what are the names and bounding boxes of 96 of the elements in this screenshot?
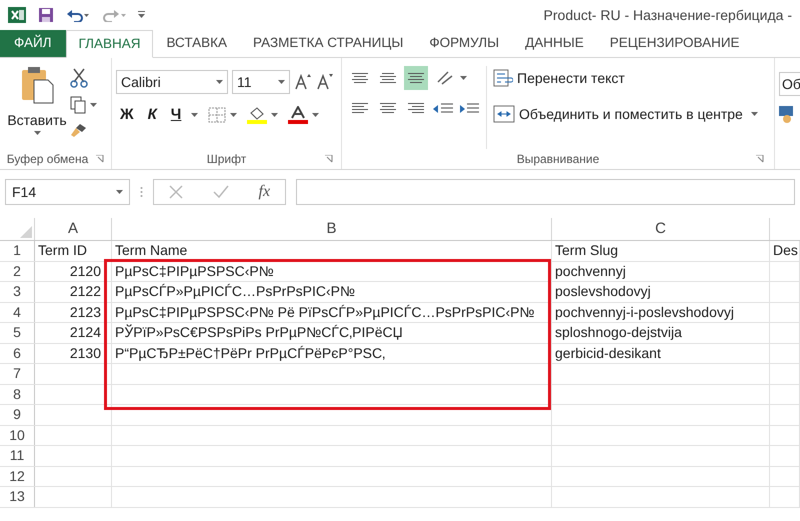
insert-function-button[interactable]: fx <box>258 180 270 204</box>
table-cell: PµPsCЃP»PµPICЃC…PsPrPsPIC‹P№ <box>115 282 356 302</box>
group-label: Шрифт <box>206 151 246 168</box>
dropdown-caret-icon <box>278 80 285 84</box>
paintbrush-icon[interactable] <box>70 122 88 138</box>
table-cell: gerbicid-desikant <box>555 344 661 363</box>
dropdown-caret-icon <box>271 113 278 118</box>
row-header[interactable]: 2 <box>0 262 35 281</box>
window-title: Product- RU - Назначение-гербицида - <box>544 6 792 25</box>
table-cell: PµPsC‡PIPµPSPSC‹P№ Pё PïPsCЃP»PµPICЃC…PsPrPsPIC‹P№ <box>115 302 535 322</box>
row-header[interactable]: 8 <box>0 384 35 404</box>
row-header[interactable]: 13 <box>0 487 35 506</box>
table-cell: pochvennyj-i-poslevshodovyj <box>555 302 734 322</box>
table-cell: 2130 <box>70 344 101 363</box>
increase-indent-icon[interactable] <box>458 102 480 116</box>
clipboard-icon <box>20 66 54 104</box>
dropdown-caret-icon <box>230 113 238 118</box>
ribbon-tab[interactable]: ВСТАВКА <box>153 30 240 57</box>
table-cell: 2122 <box>70 282 101 302</box>
group-label: Буфер обмена <box>6 151 88 168</box>
ribbon-tab[interactable]: ГЛАВНАЯ <box>66 30 154 58</box>
name-box[interactable]: F14 <box>5 179 130 205</box>
table-cell: Des <box>773 241 798 260</box>
dialog-launcher-icon[interactable] <box>96 155 104 163</box>
dropdown-caret-icon <box>191 113 198 118</box>
bold-button[interactable]: Ж <box>116 104 138 126</box>
ribbon-tab[interactable]: ДАННЫЕ <box>512 30 597 57</box>
dropdown-caret-icon <box>34 131 40 135</box>
save-icon[interactable] <box>38 7 54 23</box>
more-options-icon <box>140 186 143 198</box>
table-cell: 2123 <box>70 302 101 322</box>
table-cell: PµPsC‡PIPµPSPSC‹P№ <box>115 262 274 281</box>
table-cell: Term ID <box>38 241 87 260</box>
dropdown-caret-icon <box>750 112 758 116</box>
spreadsheet-app-icon <box>8 6 26 24</box>
align-lines-icon <box>380 72 396 84</box>
row-header[interactable]: 5 <box>0 323 35 342</box>
dialog-launcher-icon[interactable] <box>756 155 764 163</box>
table-cell: pochvennyj <box>555 262 626 281</box>
table-cell: poslevshodovyj <box>555 282 651 302</box>
font-name-field[interactable]: Calibri <box>116 70 228 94</box>
ribbon-tab[interactable]: ФАЙЛ <box>0 30 66 57</box>
vertical-align-button[interactable] <box>404 66 428 90</box>
dropdown-caret-icon <box>312 113 320 118</box>
row-header[interactable]: 11 <box>0 446 35 466</box>
customize-toolbar-icon[interactable] <box>138 11 145 19</box>
formula-input[interactable] <box>296 179 795 205</box>
table-cell: Term Name <box>115 241 188 260</box>
merge-center-button[interactable]: Объединить и поместить в центре <box>493 102 743 126</box>
ribbon-tab[interactable]: ФОРМУЛЫ <box>416 30 512 57</box>
dropdown-caret-icon <box>116 190 123 194</box>
row-header[interactable]: 10 <box>0 426 35 445</box>
row-header[interactable]: 3 <box>0 282 35 302</box>
align-lines-icon <box>408 72 424 84</box>
merge-cells-icon <box>493 105 515 123</box>
italic-button[interactable]: К <box>144 104 161 126</box>
table-cell: 2124 <box>70 323 101 342</box>
table-cell: 2120 <box>70 262 101 281</box>
table-cell: PЎPïP»PsC€PSPsPiPs PrPµP№CЃC‚PIPёCЏ <box>115 323 403 342</box>
decrease-indent-icon[interactable] <box>432 102 454 116</box>
font-color-icon[interactable] <box>288 106 308 124</box>
copy-icon[interactable] <box>70 96 86 114</box>
borders-icon[interactable] <box>208 107 226 124</box>
undo-icon[interactable] <box>66 8 90 22</box>
underline-button[interactable]: Ч <box>166 104 186 126</box>
column-header[interactable]: A <box>35 218 112 240</box>
paste-button[interactable]: Вставить <box>4 66 70 149</box>
table-cell: sploshnogo-dejstvija <box>555 323 682 342</box>
row-header[interactable]: 1 <box>0 241 35 260</box>
scissors-icon[interactable] <box>70 68 88 88</box>
checkmark-icon[interactable] <box>212 185 229 199</box>
dropdown-caret-icon <box>90 103 97 107</box>
column-header[interactable]: B <box>112 218 552 240</box>
table-cell: P“PµCЂP±PёC†PёPr PrPµCЃPёPєP°PSC‚ <box>115 344 386 363</box>
row-header[interactable]: 6 <box>0 344 35 363</box>
number-format-field[interactable]: Об <box>779 72 800 96</box>
group-label: Выравнивание <box>516 151 600 168</box>
row-header[interactable]: 12 <box>0 466 35 486</box>
ribbon-tab[interactable]: РАЗМЕТКА СТРАНИЦЫ <box>240 30 416 57</box>
dialog-launcher-icon[interactable] <box>325 155 333 163</box>
grow-font-icon[interactable] <box>294 73 312 91</box>
currency-format-icon[interactable] <box>779 106 793 124</box>
table-cell: Term Slug <box>555 241 618 260</box>
shrink-font-icon[interactable] <box>316 73 334 91</box>
wrap-text-button[interactable]: Перенести текст <box>493 66 758 90</box>
fill-color-icon[interactable] <box>247 106 268 124</box>
font-size-field[interactable]: 11 <box>232 70 290 94</box>
column-header[interactable]: C <box>552 218 770 240</box>
wrap-text-icon <box>493 69 513 87</box>
dropdown-caret-icon <box>216 80 223 84</box>
ribbon-tab[interactable]: РЕЦЕНЗИРОВАНИЕ <box>596 30 753 57</box>
row-header[interactable]: 4 <box>0 302 35 322</box>
align-lines-icon <box>352 72 368 84</box>
row-header[interactable]: 7 <box>0 364 35 384</box>
dropdown-caret-icon <box>460 76 467 80</box>
row-header[interactable]: 9 <box>0 405 35 424</box>
